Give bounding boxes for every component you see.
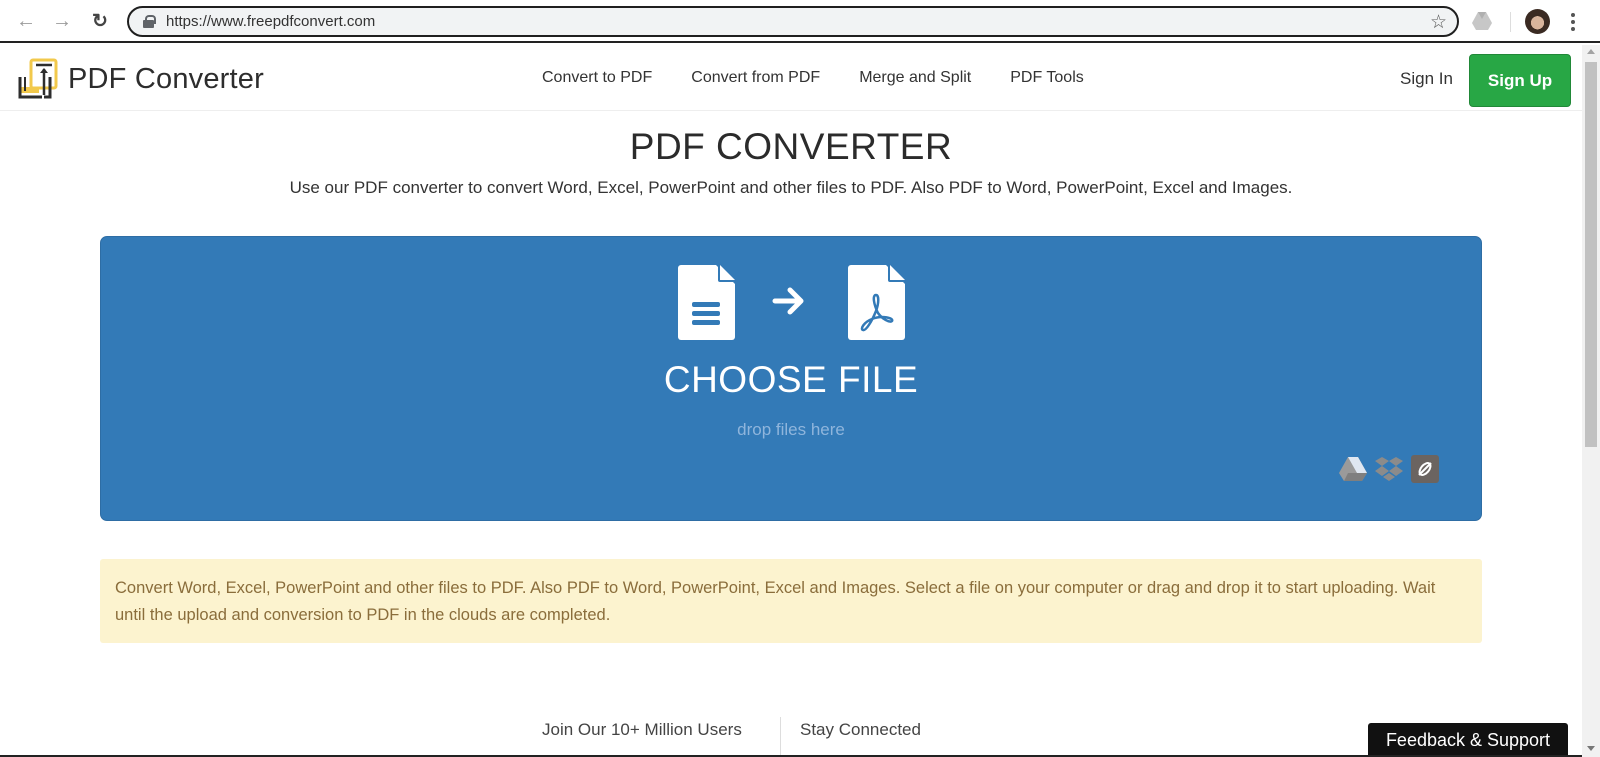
back-arrow-icon[interactable]: ← — [14, 9, 38, 33]
browser-toolbar: ← → ↻ https://www.freepdfconvert.com ☆ — [0, 0, 1600, 43]
scroll-thumb[interactable] — [1585, 62, 1597, 447]
cloud-source-buttons — [1339, 455, 1447, 483]
dropbox-icon[interactable] — [1375, 455, 1403, 483]
document-file-icon — [678, 265, 735, 340]
nav-convert-from-pdf[interactable]: Convert from PDF — [691, 69, 820, 87]
toolbar-separator — [1510, 12, 1511, 32]
feedback-support-button[interactable]: Feedback & Support — [1368, 723, 1568, 757]
join-users-heading: Join Our 10+ Million Users — [542, 720, 742, 739]
footer-divider — [780, 717, 781, 757]
lock-icon[interactable] — [143, 15, 156, 28]
profile-avatar[interactable] — [1525, 9, 1550, 34]
google-drive-extension-icon[interactable] — [1472, 12, 1492, 30]
stay-connected-heading: Stay Connected — [800, 720, 921, 739]
nav-pdf-tools[interactable]: PDF Tools — [1010, 69, 1084, 87]
logo-text: PDF Converter — [68, 62, 264, 95]
page-scrollbar[interactable] — [1582, 45, 1600, 757]
info-banner: Convert Word, Excel, PowerPoint and othe… — [100, 559, 1482, 643]
page-subtitle: Use our PDF converter to convert Word, E… — [289, 178, 1293, 197]
reload-icon[interactable]: ↻ — [88, 9, 112, 33]
arrow-right-icon — [772, 287, 804, 315]
forward-arrow-icon[interactable]: → — [50, 9, 74, 33]
bookmark-star-icon[interactable]: ☆ — [1430, 11, 1447, 34]
file-drop-zone[interactable]: CHOOSE FILE drop files here — [100, 236, 1482, 521]
drop-files-hint: drop files here — [737, 420, 845, 439]
sign-in-link[interactable]: Sign In — [1400, 69, 1453, 89]
nav-merge-and-split[interactable]: Merge and Split — [859, 69, 971, 87]
scroll-up-arrow-icon[interactable] — [1587, 49, 1595, 54]
sign-up-button[interactable]: Sign Up — [1469, 54, 1571, 107]
chrome-menu-icon[interactable] — [1566, 10, 1580, 34]
google-drive-icon[interactable] — [1339, 455, 1367, 483]
page-title: PDF CONVERTER — [629, 126, 953, 167]
url-link-icon[interactable] — [1411, 455, 1439, 483]
pdf-file-icon — [848, 265, 905, 340]
url-text[interactable]: https://www.freepdfconvert.com — [166, 13, 375, 30]
logo[interactable]: PDF Converter — [16, 57, 264, 101]
site-header: PDF Converter Convert to PDF Convert fro… — [0, 45, 1582, 111]
nav-convert-to-pdf[interactable]: Convert to PDF — [542, 69, 652, 87]
footer-strip: Join Our 10+ Million Users Stay Connecte… — [0, 712, 1582, 757]
choose-file-button[interactable]: CHOOSE FILE — [101, 359, 1481, 401]
address-bar[interactable]: https://www.freepdfconvert.com ☆ — [127, 6, 1459, 37]
scroll-down-arrow-icon[interactable] — [1587, 746, 1595, 751]
logo-icon — [18, 58, 58, 99]
main-nav: Convert to PDF Convert from PDF Merge an… — [542, 45, 1123, 111]
